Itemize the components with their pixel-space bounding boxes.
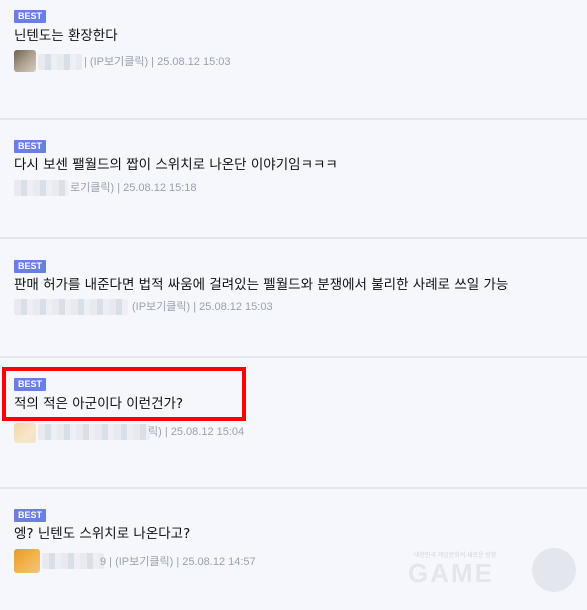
username-blurred[interactable] [38, 424, 150, 440]
username-blurred[interactable] [38, 54, 82, 70]
list-item[interactable]: BEST 판매 허가를 내준다면 법적 싸움에 걸려있는 펠월드와 분쟁에서 불… [0, 239, 587, 358]
best-badge: BEST [14, 260, 47, 273]
game-logo-icon [532, 548, 576, 592]
comment-meta: 릭) | 25.08.12 15:04 [148, 426, 245, 438]
best-badge: BEST [14, 509, 47, 522]
username-blurred[interactable] [14, 180, 68, 196]
avatar[interactable] [14, 423, 36, 443]
comment-meta: 로기클릭) | 25.08.12 15:18 [70, 182, 197, 194]
comment-text[interactable]: 엥? 닌텐도 스위치로 나온다고? [14, 525, 190, 543]
username-blurred[interactable] [42, 553, 104, 569]
comment-text[interactable]: 판매 허가를 내준다면 법적 싸움에 걸려있는 펠월드와 분쟁에서 불리한 사례… [14, 276, 508, 294]
list-item[interactable]: BEST 다시 보센 팰월드의 짭이 스위치로 나온단 이야기임ㅋㅋㅋ 로기클릭… [0, 120, 587, 239]
list-item[interactable]: BEST 닌텐도는 환장한다 | (IP보기클릭) | 25.08.12 15:… [0, 0, 587, 120]
username-blurred[interactable] [14, 299, 128, 315]
avatar[interactable] [14, 50, 36, 72]
comment-meta: | (IP보기클릭) | 25.08.12 15:03 [84, 56, 231, 68]
comment-text[interactable]: 다시 보센 팰월드의 짭이 스위치로 나온단 이야기임ㅋㅋㅋ [14, 156, 338, 174]
comment-text[interactable]: 닌텐도는 환장한다 [14, 27, 118, 45]
comment-meta: (IP보기클릭) | 25.08.12 15:03 [132, 301, 273, 313]
best-badge: BEST [14, 140, 47, 153]
comment-list: BEST 닌텐도는 환장한다 | (IP보기클릭) | 25.08.12 15:… [0, 0, 587, 610]
watermark: 대한민국 게임문화의 새로운 방향 GAME [408, 548, 578, 598]
best-badge: BEST [14, 10, 47, 23]
comment-meta: 9 | (IP보기클릭) | 25.08.12 14:57 [100, 556, 256, 568]
watermark-text: GAME [408, 558, 494, 588]
avatar[interactable] [14, 549, 40, 573]
highlight-box [2, 367, 246, 421]
